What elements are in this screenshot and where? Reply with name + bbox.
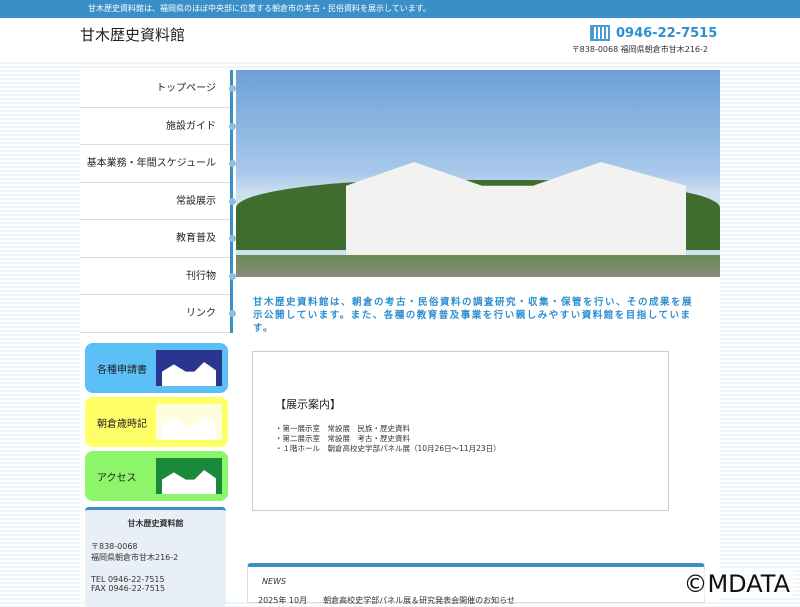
nav-education[interactable]: 教育普及 xyxy=(80,220,236,258)
nav-publications[interactable]: 刊行物 xyxy=(80,258,236,295)
nav-top[interactable]: トップページ xyxy=(80,70,236,108)
banner-applications[interactable]: 各種申請書 xyxy=(85,343,228,393)
news-box: NEWS 2025年 10月 朝倉高校史学部パネル展＆研究発表会開催のお知らせ xyxy=(247,563,705,606)
museum-icon xyxy=(156,458,222,494)
news-item[interactable]: 2025年 10月 朝倉高校史学部パネル展＆研究発表会開催のお知らせ xyxy=(258,595,515,606)
contact-info: 甘木歴史資料館 〒838-0068 福岡県朝倉市甘木216-2 TEL 0946… xyxy=(85,507,226,607)
nav-guide[interactable]: 施設ガイド xyxy=(80,108,236,145)
exhibit-item: ・第一展示室 常設展 民族・歴史資料 xyxy=(275,424,410,433)
site-logo[interactable]: 甘木歴史資料館 xyxy=(80,24,185,45)
hero-image xyxy=(236,70,720,277)
nav-links[interactable]: リンク xyxy=(80,295,236,333)
header-address: 〒838-0068 福岡県朝倉市甘木216-2 xyxy=(571,45,708,54)
sidebar-nav: トップページ 施設ガイド 基本業務・年間スケジュール 常設展示 教育普及 刊行物… xyxy=(80,70,236,333)
banner-label: 各種申請書 xyxy=(97,364,147,376)
banner-almanac[interactable]: 朝倉歳時記 xyxy=(85,397,228,447)
exhibit-info: 【展示案内】 ・第一展示室 常設展 民族・歴史資料 ・第二展示室 常設展 考古・… xyxy=(252,351,669,511)
museum-icon xyxy=(156,350,222,386)
top-tagline: 甘木歴史資料館は、福岡県のほぼ中央部に位置する朝倉市の考古・民俗資料を展示してい… xyxy=(0,0,800,18)
exhibit-item: ・第二展示室 常設展 考古・歴史資料 xyxy=(275,434,410,443)
phone-number: 0946-22-7515 xyxy=(616,25,718,41)
news-heading: NEWS xyxy=(262,577,287,586)
nav-exhibit[interactable]: 常設展示 xyxy=(80,183,236,220)
info-address: 福岡県朝倉市甘木216-2 xyxy=(91,553,179,562)
museum-icon xyxy=(156,404,222,440)
exhibit-title: 【展示案内】 xyxy=(275,398,341,411)
info-zip: 〒838-0068 xyxy=(91,542,138,551)
info-fax: FAX 0946-22-7515 xyxy=(91,584,166,593)
intro-text: 甘木歴史資料館は、朝倉の考古・民俗資料の調査研究・収集・保管を行い、その成果を展… xyxy=(253,297,694,334)
banner-label: アクセス xyxy=(97,472,137,484)
banner-label: 朝倉歳時記 xyxy=(97,418,147,430)
info-tel: TEL 0946-22-7515 xyxy=(91,575,165,584)
exhibit-item: ・１階ホール 朝倉高校史学部パネル展（10月26日～11月23日） xyxy=(275,444,501,453)
main: トップページ 施設ガイド 基本業務・年間スケジュール 常設展示 教育普及 刊行物… xyxy=(80,70,720,607)
nav-schedule[interactable]: 基本業務・年間スケジュール xyxy=(80,145,236,183)
phone: 0946-22-7515 xyxy=(590,25,717,41)
header: 甘木歴史資料館 0946-22-7515 〒838-0068 福岡県朝倉市甘木2… xyxy=(0,18,800,62)
building-icon xyxy=(590,25,610,41)
info-title: 甘木歴史資料館 xyxy=(127,519,184,528)
watermark: ©MDATA xyxy=(679,570,794,598)
banner-access[interactable]: アクセス xyxy=(85,451,228,501)
